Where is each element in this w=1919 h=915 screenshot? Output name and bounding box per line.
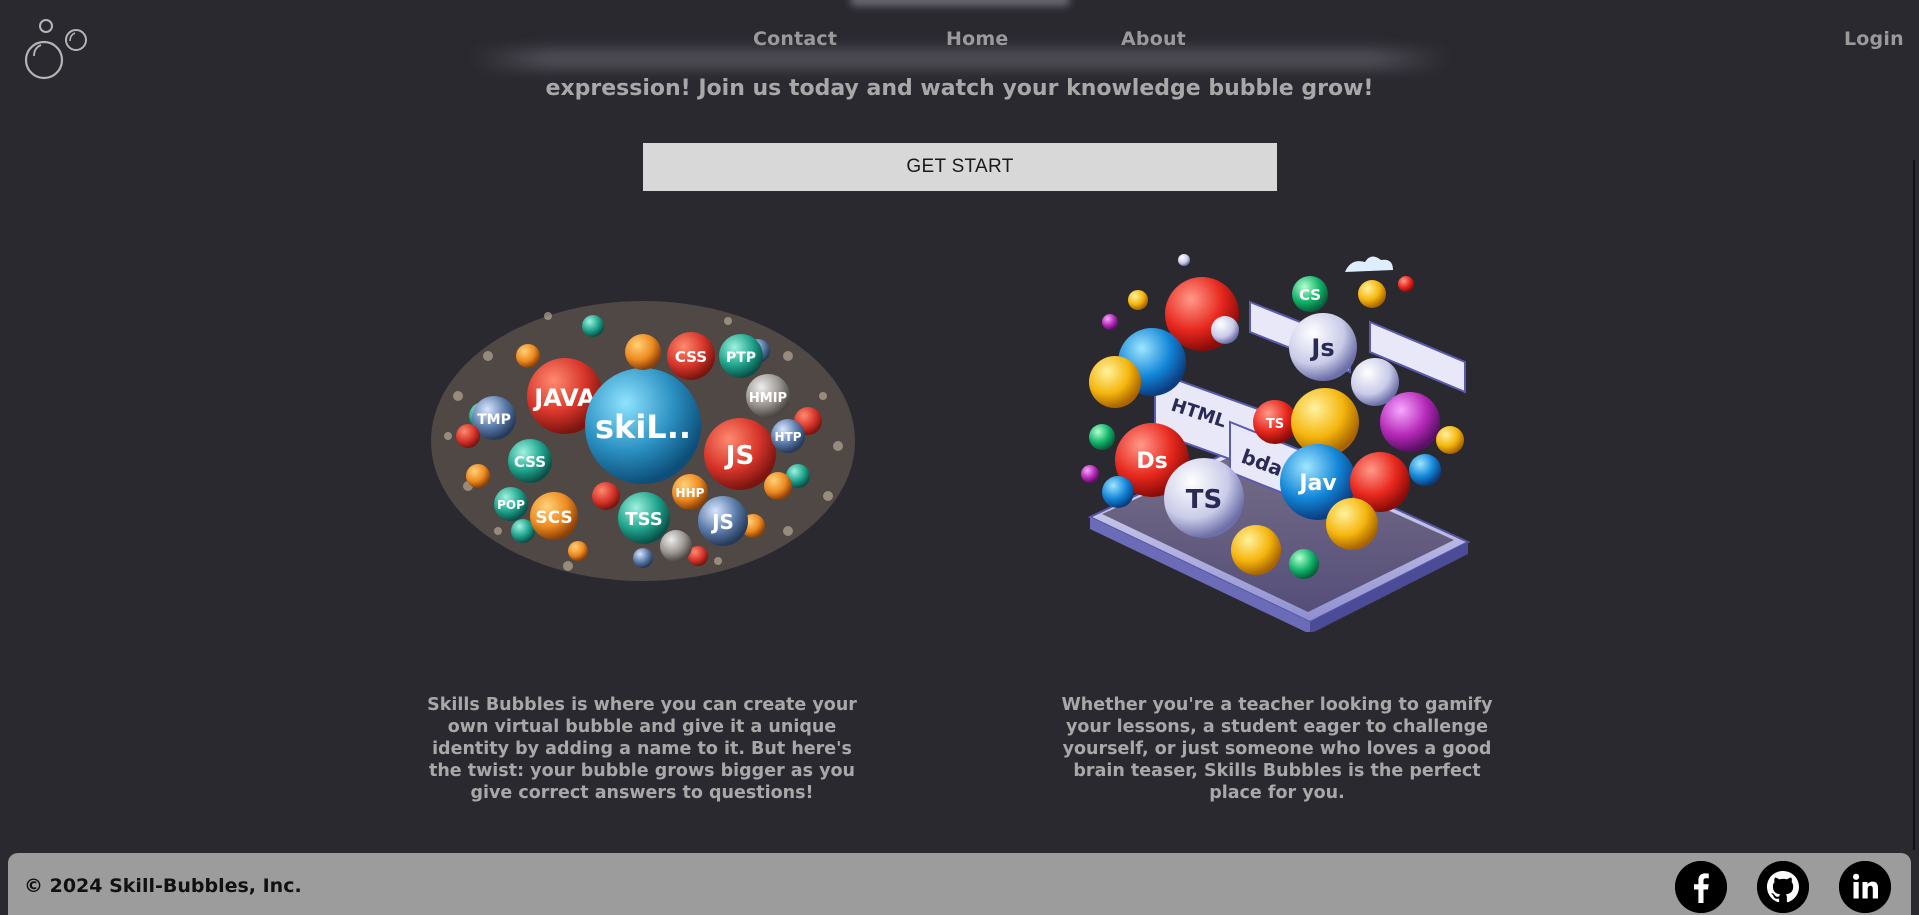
nav-about-link[interactable]: About — [1121, 28, 1186, 50]
copyright-text: © 2024 Skill-Bubbles, Inc. — [24, 875, 302, 897]
bubble-label: JAVA — [532, 384, 596, 412]
skills-bubble-cluster-image: JAVA skiL.. JS CSS PTP HMIP TMP CSS POP … — [428, 296, 858, 586]
scrollbar-thumb[interactable] — [1913, 160, 1915, 850]
svg-text:Ds: Ds — [1136, 449, 1167, 474]
svg-text:TS: TS — [1266, 417, 1284, 432]
svg-text:Jav: Jav — [1297, 471, 1337, 496]
svg-text:Js: Js — [1309, 334, 1334, 362]
svg-text:CS: CS — [1299, 286, 1321, 304]
svg-text:POP: POP — [497, 498, 525, 512]
bubbles-logo[interactable] — [22, 16, 90, 82]
svg-text:CSS: CSS — [675, 348, 707, 366]
svg-text:HHP: HHP — [676, 486, 705, 500]
laptop-bubbles-image: HTML bda Js CS TS Ds TS Jav — [1080, 252, 1471, 634]
svg-text:TMP: TMP — [477, 412, 511, 428]
hero-heading-blurred — [850, 0, 1070, 6]
hero-intro-blurred — [470, 48, 1450, 70]
nav-contact-link[interactable]: Contact — [753, 28, 837, 50]
svg-text:JS: JS — [710, 510, 734, 534]
get-start-button[interactable]: GET START — [643, 143, 1277, 191]
nav-home-link[interactable]: Home — [946, 28, 1008, 50]
feature-description-left: Skills Bubbles is where you can create y… — [427, 695, 857, 803]
svg-text:PTP: PTP — [726, 350, 756, 366]
svg-text:HMIP: HMIP — [749, 391, 787, 406]
svg-text:SCS: SCS — [535, 508, 572, 528]
site-footer: © 2024 Skill-Bubbles, Inc. — [8, 853, 1911, 915]
svg-text:TSS: TSS — [625, 509, 662, 530]
linkedin-icon[interactable] — [1839, 861, 1891, 913]
github-icon[interactable] — [1757, 861, 1809, 913]
svg-text:JS: JS — [724, 441, 754, 471]
page-scrollbar[interactable] — [1905, 0, 1919, 915]
feature-description-right: Whether you're a teacher looking to gami… — [1061, 695, 1493, 803]
svg-text:TS: TS — [1186, 485, 1222, 515]
bubble-label: skiL.. — [595, 408, 691, 446]
svg-text:HTP: HTP — [774, 430, 801, 444]
svg-text:CSS: CSS — [514, 453, 546, 471]
login-link[interactable]: Login — [1844, 28, 1904, 50]
hero-tagline: expression! Join us today and watch your… — [545, 76, 1374, 101]
facebook-icon[interactable] — [1675, 861, 1727, 913]
